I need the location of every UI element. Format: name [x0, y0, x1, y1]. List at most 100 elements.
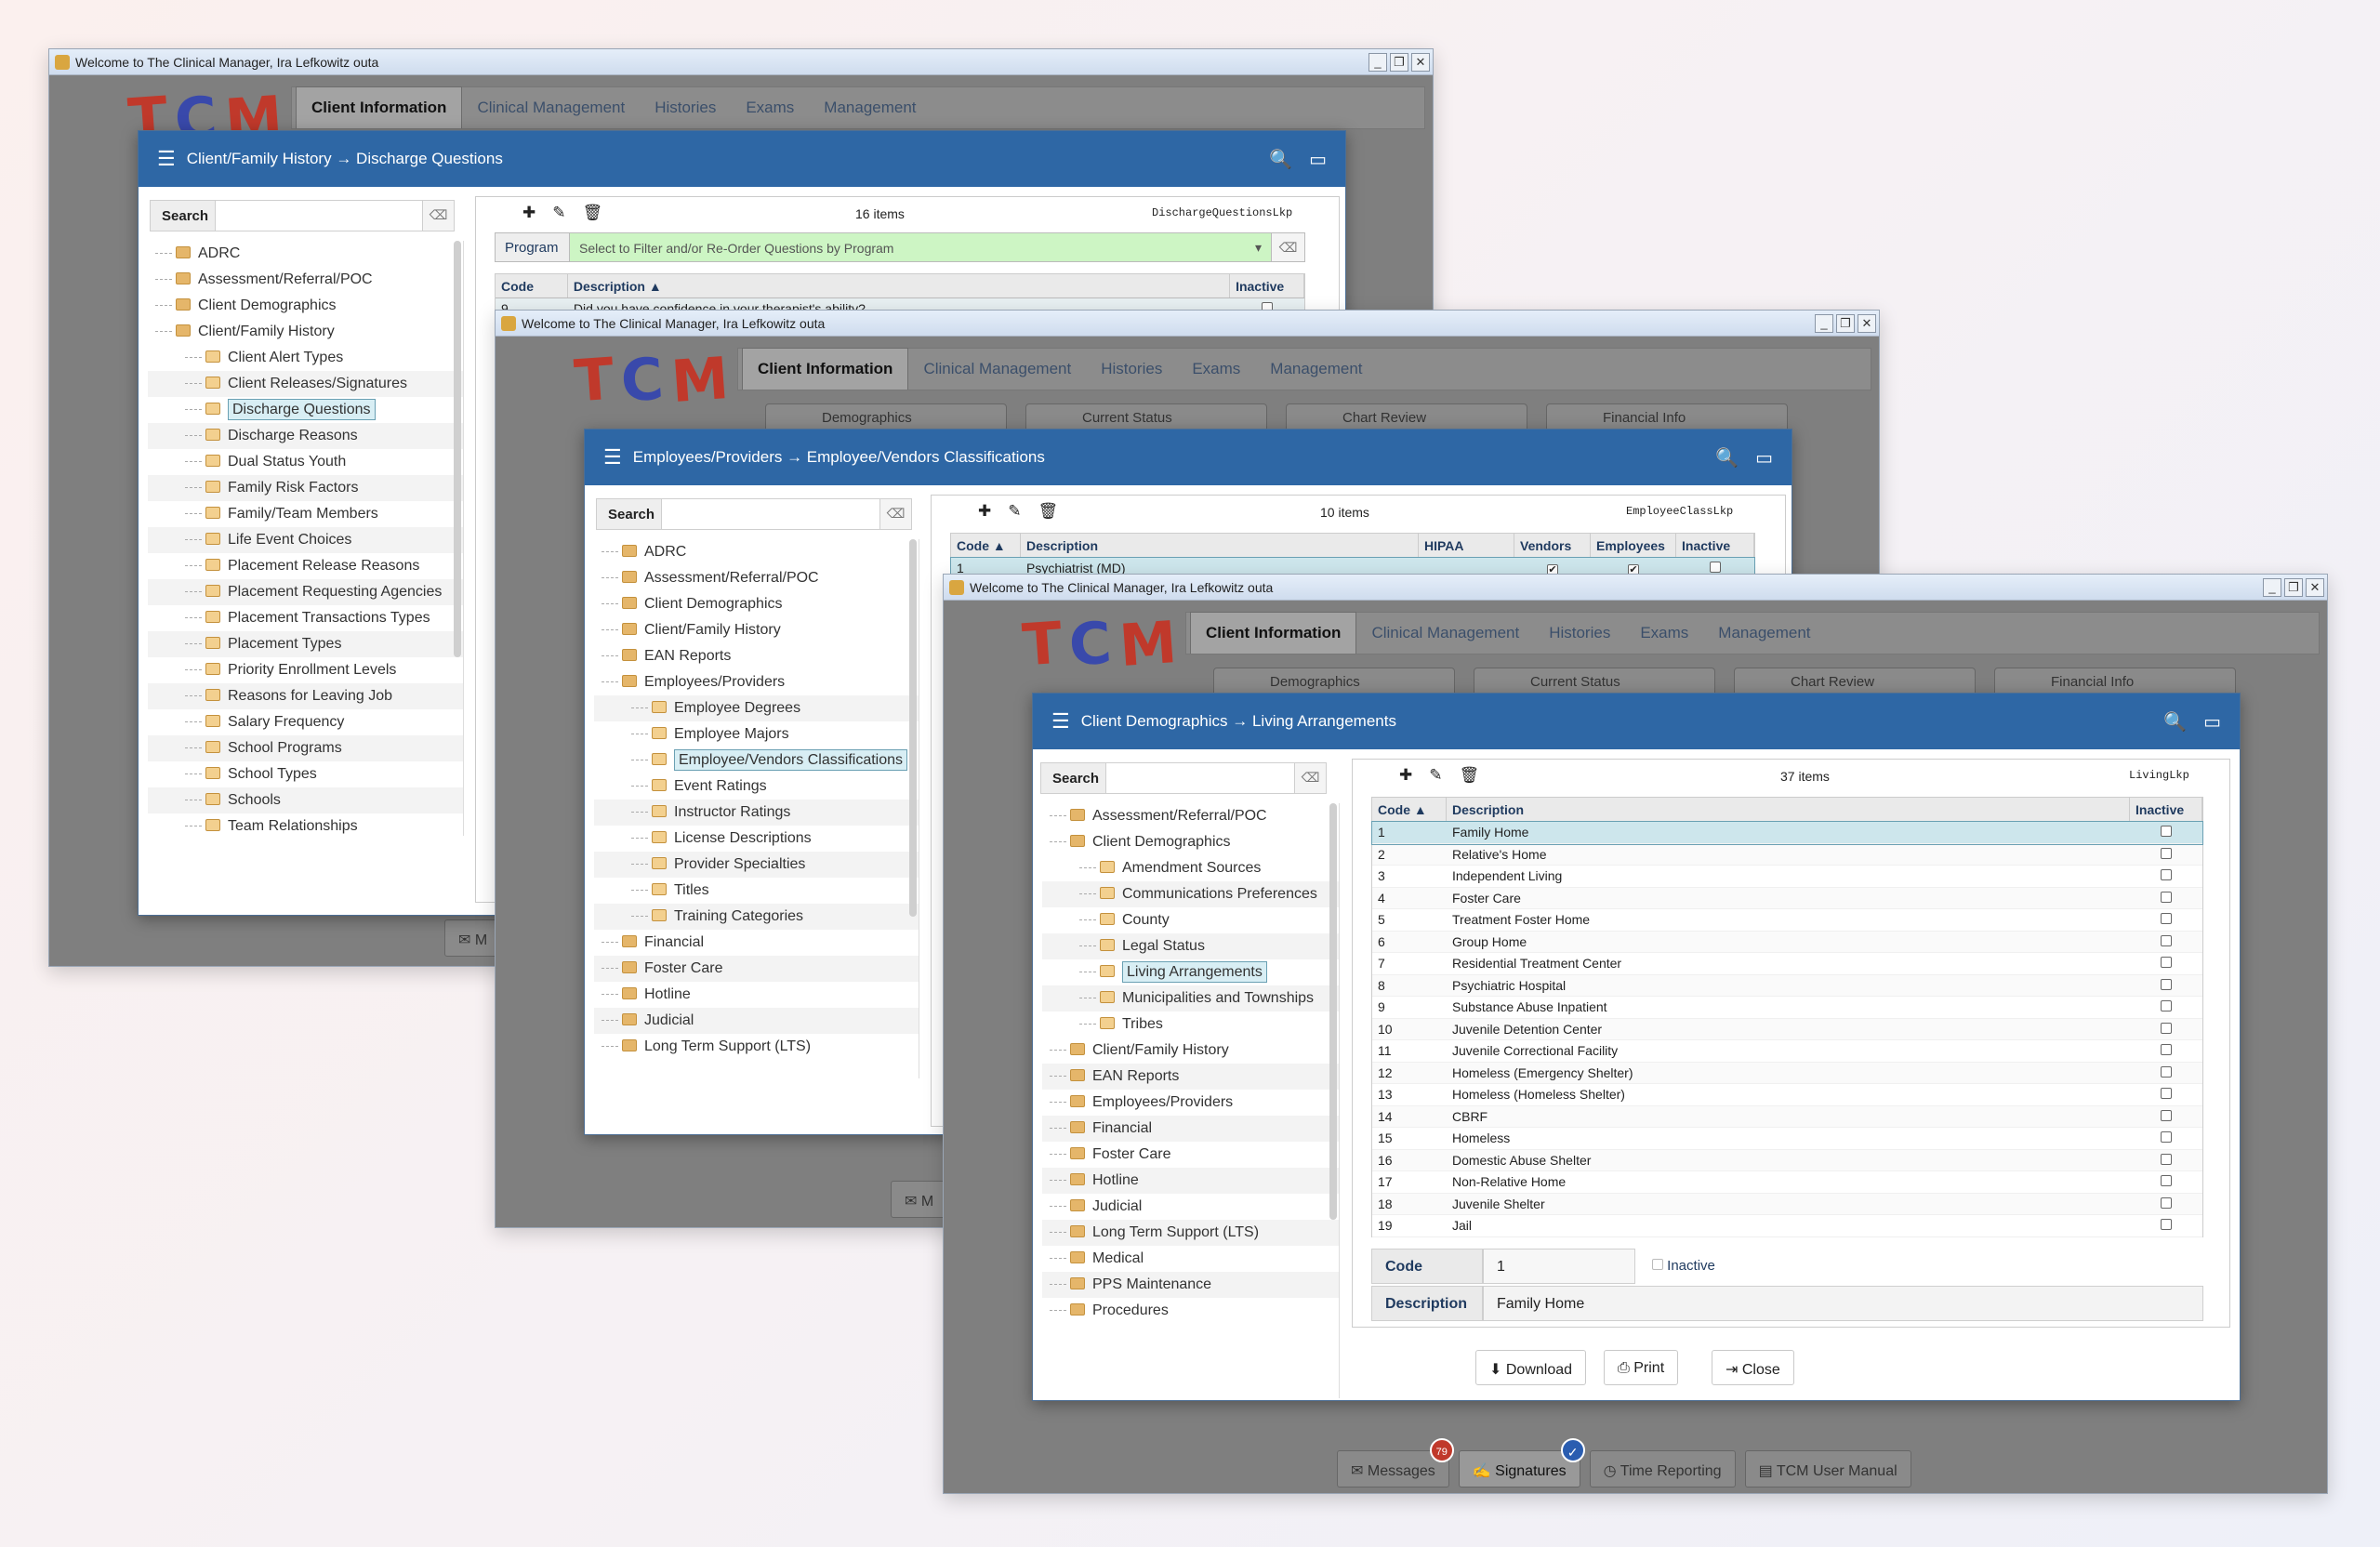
tree-node-hotline[interactable]: Hotline	[594, 982, 919, 1008]
add-icon[interactable]: ✚	[978, 502, 991, 521]
tree-node-assessment-referral-poc[interactable]: Assessment/Referral/POC	[594, 565, 919, 591]
tree-node-municipalities-and-townships[interactable]: Municipalities and Townships	[1042, 985, 1339, 1012]
col-description[interactable]: Description ▲	[568, 274, 1231, 298]
tree-node-employees-providers[interactable]: Employees/Providers	[1042, 1090, 1339, 1116]
minimize-icon[interactable]: _	[2263, 577, 2281, 597]
tree-node-license-descriptions[interactable]: License Descriptions	[594, 826, 919, 852]
table-row[interactable]: 12 Homeless (Emergency Shelter)	[1372, 1062, 2202, 1084]
clear-search-icon[interactable]: ⌫	[1294, 763, 1326, 793]
tree-node-assessment-referral-poc[interactable]: Assessment/Referral/POC	[148, 267, 463, 293]
tree-node-school-programs[interactable]: School Programs	[148, 735, 463, 761]
subtab-demographics[interactable]: Demographics	[765, 403, 1007, 431]
messages-button[interactable]: ✉ M	[891, 1181, 948, 1218]
maximize-icon[interactable]: ▭	[2203, 710, 2221, 734]
inactive-checkbox[interactable]	[2161, 869, 2172, 881]
tab-clinical-management[interactable]: Clinical Management	[908, 360, 1086, 390]
subtab-chart-review[interactable]: Chart Review	[1734, 668, 1976, 695]
col-code[interactable]: Code ▲	[1372, 798, 1447, 821]
clear-search-icon[interactable]: ⌫	[422, 201, 454, 231]
tree-node-schools[interactable]: Schools	[148, 787, 463, 813]
tab-management[interactable]: Management	[1703, 624, 1825, 654]
tree-node-placement-transactions-types[interactable]: Placement Transactions Types	[148, 605, 463, 631]
tree-node-instructor-ratings[interactable]: Instructor Ratings	[594, 800, 919, 826]
maximize-icon[interactable]: ▭	[1309, 148, 1327, 171]
tab-histories[interactable]: Histories	[1086, 360, 1177, 390]
tree-node-ean-reports[interactable]: EAN Reports	[594, 643, 919, 669]
subtab-chart-review[interactable]: Chart Review	[1286, 403, 1527, 431]
delete-icon[interactable]: 🗑	[1038, 502, 1059, 521]
tree-node-hotline[interactable]: Hotline	[1042, 1168, 1339, 1194]
inactive-checkbox[interactable]	[2161, 934, 2172, 946]
tree-scrollbar[interactable]	[909, 539, 917, 917]
tree-node-placement-requesting-agencies[interactable]: Placement Requesting Agencies	[148, 579, 463, 605]
minimize-icon[interactable]: _	[1815, 313, 1833, 333]
tree-node-pps-maintenance[interactable]: PPS Maintenance	[1042, 1272, 1339, 1298]
tree-node-dual-status-youth[interactable]: Dual Status Youth	[148, 449, 463, 475]
tree-node-placement-types[interactable]: Placement Types	[148, 631, 463, 657]
subtab-demographics[interactable]: Demographics	[1213, 668, 1455, 695]
description-field[interactable]: Family Home	[1483, 1286, 2203, 1321]
col-inactive[interactable]: Inactive	[2130, 798, 2202, 821]
edit-icon[interactable]: ✎	[1429, 766, 1442, 785]
tab-clinical-management[interactable]: Clinical Management	[1356, 624, 1534, 654]
inactive-checkbox[interactable]	[2161, 1197, 2172, 1209]
restore-icon[interactable]: ❐	[1390, 52, 1408, 72]
table-row[interactable]: 7 Residential Treatment Center	[1372, 953, 2202, 975]
titlebar[interactable]: Welcome to The Clinical Manager, Ira Lef…	[496, 311, 1879, 337]
table-row[interactable]: 18 Juvenile Shelter	[1372, 1193, 2202, 1215]
tree-node-foster-care[interactable]: Foster Care	[594, 956, 919, 982]
messages-button[interactable]: ✉ Messages 79	[1337, 1438, 1454, 1488]
edit-icon[interactable]: ✎	[552, 204, 565, 222]
tree-node-client-alert-types[interactable]: Client Alert Types	[148, 345, 463, 371]
tree-node-client-family-history[interactable]: Client/Family History	[148, 319, 463, 345]
inactive-checkbox[interactable]	[2161, 913, 2172, 925]
subtab-financial-info[interactable]: Financial Info	[1994, 668, 2236, 695]
time-reporting-button[interactable]: ◷ Time Reporting	[1589, 1450, 1736, 1488]
tab-histories[interactable]: Histories	[1534, 624, 1625, 654]
tab-management[interactable]: Management	[1255, 360, 1377, 390]
tree-node-employee-majors[interactable]: Employee Majors	[594, 721, 919, 747]
table-row[interactable]: 8 Psychiatric Hospital	[1372, 974, 2202, 997]
tree-node-titles[interactable]: Titles	[594, 878, 919, 904]
table-row[interactable]: 4 Foster Care	[1372, 887, 2202, 909]
tree-node-judicial[interactable]: Judicial	[594, 1008, 919, 1034]
tree-node-client-family-history[interactable]: Client/Family History	[594, 617, 919, 643]
table-row[interactable]: 16 Domestic Abuse Shelter	[1372, 1149, 2202, 1171]
tab-exams[interactable]: Exams	[1625, 624, 1703, 654]
tab-histories[interactable]: Histories	[640, 99, 731, 128]
search-input[interactable]	[216, 201, 422, 231]
tree-node-tribes[interactable]: Tribes	[1042, 1012, 1339, 1038]
inactive-toggle[interactable]: Inactive	[1652, 1258, 1715, 1274]
zoom-icon[interactable]: 🔍	[1715, 446, 1739, 469]
tree-node-client-family-history[interactable]: Client/Family History	[1042, 1038, 1339, 1064]
col-employees[interactable]: Employees	[1591, 534, 1676, 557]
table-row[interactable]: 9 Substance Abuse Inpatient	[1372, 997, 2202, 1019]
tree-node-client-demographics[interactable]: Client Demographics	[148, 293, 463, 319]
tree-node-family-team-members[interactable]: Family/Team Members	[148, 501, 463, 527]
program-select[interactable]: Select to Filter and/or Re-Order Questio…	[570, 233, 1271, 261]
code-field[interactable]: 1	[1483, 1249, 1635, 1284]
download-button[interactable]: ⬇ Download	[1475, 1350, 1587, 1385]
clear-search-icon[interactable]: ⌫	[879, 499, 911, 529]
inactive-checkbox[interactable]	[2161, 826, 2172, 838]
inactive-checkbox[interactable]	[2161, 1219, 2172, 1231]
col-vendors[interactable]: Vendors	[1514, 534, 1591, 557]
tree-scrollbar[interactable]	[454, 241, 461, 657]
tree-node-legal-status[interactable]: Legal Status	[1042, 933, 1339, 959]
inactive-checkbox[interactable]	[2161, 1022, 2172, 1034]
tree-node-financial[interactable]: Financial	[594, 930, 919, 956]
tree-node-ean-reports[interactable]: EAN Reports	[1042, 1064, 1339, 1090]
inactive-checkbox[interactable]	[1652, 1259, 1663, 1270]
col-code[interactable]: Code	[496, 274, 568, 298]
tab-clinical-management[interactable]: Clinical Management	[462, 99, 640, 128]
col-hipaa[interactable]: HIPAA	[1419, 534, 1514, 557]
tree-node-living-arrangements[interactable]: Living Arrangements	[1042, 959, 1339, 985]
table-row[interactable]: 5 Treatment Foster Home	[1372, 909, 2202, 932]
add-icon[interactable]: ✚	[1399, 766, 1412, 785]
minimize-icon[interactable]: _	[1368, 52, 1387, 72]
table-row[interactable]: 2 Relative's Home	[1372, 843, 2202, 866]
tree-node-reasons-for-leaving-job[interactable]: Reasons for Leaving Job	[148, 683, 463, 709]
clear-filter-icon[interactable]: ⌫	[1271, 233, 1304, 261]
subtab-financial-info[interactable]: Financial Info	[1546, 403, 1788, 431]
table-row[interactable]: 1 Family Home	[1371, 821, 2203, 845]
